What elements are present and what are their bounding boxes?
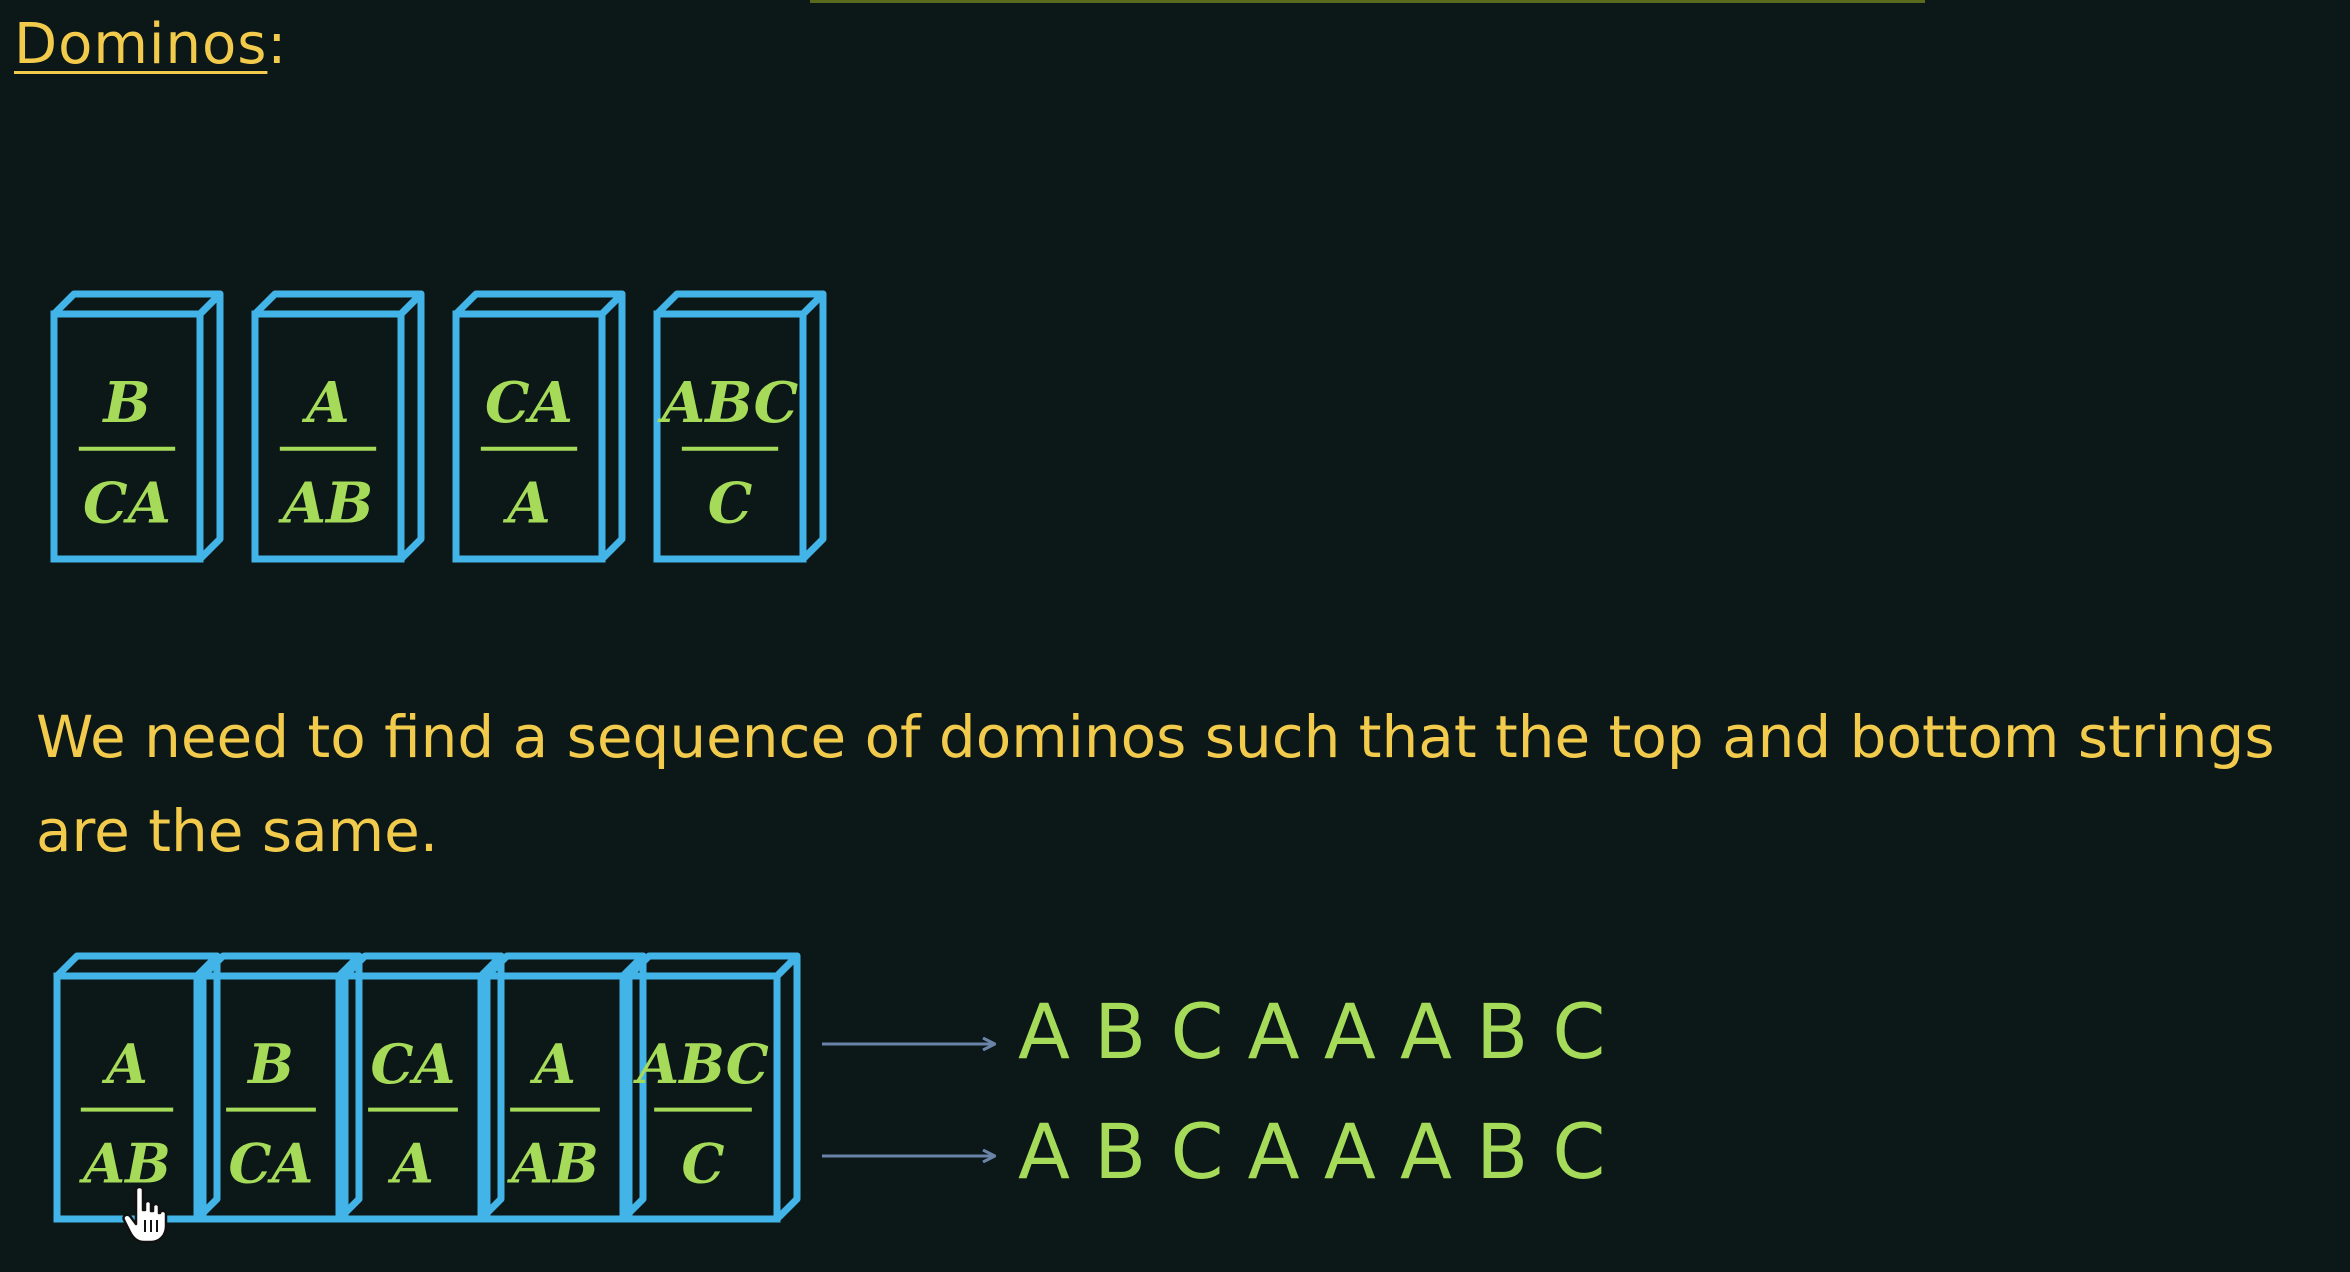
domino-top-face	[50, 290, 224, 318]
available-dominos: B CA A AB CA A ABC C	[50, 290, 827, 563]
domino-top-string: CA	[371, 1032, 456, 1096]
domino-top-string: A	[101, 1032, 148, 1096]
domino: B CA	[50, 290, 224, 563]
domino-diagram: BCAAABCAAABCC AABBCACAAAABABCC A B C A A…	[50, 290, 1605, 1223]
domino-top-face	[341, 952, 505, 980]
domino-top-string: A	[529, 1032, 576, 1096]
domino-side-face	[598, 290, 626, 563]
domino-top-string: A	[301, 370, 349, 436]
domino-top-string: ABC	[632, 1032, 769, 1096]
lecture-slide: Dominos: B CA A AB CA A ABC C A AB B CA CA A A AB ABC C …	[0, 0, 2350, 1272]
domino-top-string: B	[246, 1032, 294, 1096]
domino: AAB	[53, 952, 221, 1223]
result-arrows	[822, 1044, 995, 1156]
instruction-text: We need to find a sequence of dominos su…	[36, 703, 2275, 865]
domino: B CA	[199, 952, 363, 1223]
domino-top-face	[452, 290, 626, 318]
domino-top-face	[53, 952, 221, 980]
domino: ABC C	[625, 952, 801, 1223]
domino-top-face	[199, 952, 363, 980]
domino: ABC C	[653, 290, 827, 563]
domino-sequence: AABBCACAAAABABCC	[53, 952, 801, 1223]
domino-bottom-string: A	[387, 1132, 434, 1196]
domino-top-string: CA	[485, 370, 573, 436]
domino: A AB	[483, 952, 647, 1223]
domino-bottom-string: CA	[83, 470, 171, 536]
domino-top-string: B	[101, 370, 150, 436]
domino-top-face	[251, 290, 425, 318]
domino-top-face	[625, 952, 801, 980]
domino-side-face	[397, 290, 425, 563]
domino-side-face	[196, 290, 224, 563]
domino-bottom-string: AB	[506, 1132, 599, 1196]
top-string-result: A B C A A A B C	[1018, 987, 1605, 1076]
domino-bottom-string: C	[708, 470, 753, 536]
domino-top-string: ABC	[657, 370, 799, 436]
domino-bottom-string: A	[502, 470, 550, 536]
domino-side-face	[773, 952, 801, 1223]
domino-top-face	[653, 290, 827, 318]
domino: CA A	[452, 290, 626, 563]
domino-top-face	[483, 952, 647, 980]
bottom-string-result: A B C A A A B C	[1018, 1107, 1605, 1196]
domino: CA A	[341, 952, 505, 1223]
hand-pointer-icon	[122, 1185, 168, 1249]
domino-bottom-string: CA	[229, 1132, 314, 1196]
domino-bottom-string: AB	[278, 470, 374, 536]
domino: A AB	[251, 290, 425, 563]
domino-bottom-string: C	[682, 1132, 725, 1196]
domino-side-face	[799, 290, 827, 563]
